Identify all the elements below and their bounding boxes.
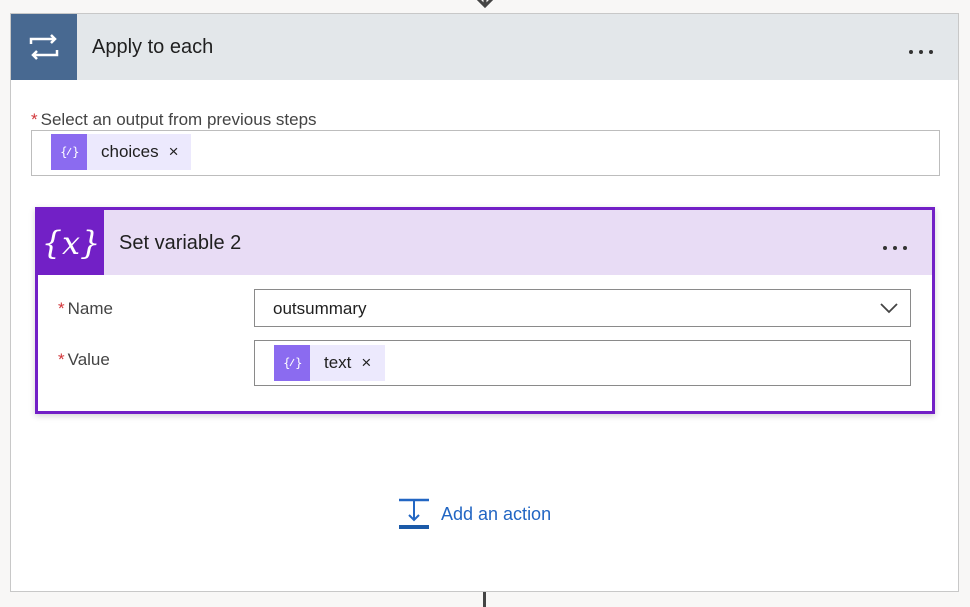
value-label: * Value bbox=[58, 350, 110, 370]
required-mark: * bbox=[31, 110, 38, 129]
variable-x-icon: {x} bbox=[38, 210, 104, 275]
loop-arrows-icon bbox=[29, 34, 59, 60]
loop-icon-box bbox=[11, 14, 77, 80]
more-options-icon[interactable] bbox=[906, 42, 936, 54]
output-label: * Select an output from previous steps bbox=[31, 110, 317, 130]
expression-icon: {} bbox=[51, 134, 87, 170]
chevron-down-icon[interactable] bbox=[880, 300, 898, 314]
required-mark: * bbox=[58, 350, 65, 369]
choices-token[interactable]: {} choices × bbox=[51, 134, 191, 170]
set-variable-header[interactable]: {x} Set variable 2 bbox=[38, 210, 932, 275]
expression-icon: {} bbox=[274, 345, 310, 381]
token-label: choices bbox=[101, 142, 159, 161]
text-token[interactable]: {} text × bbox=[274, 345, 385, 381]
name-label-text: Name bbox=[67, 299, 113, 318]
variable-icon-glyph: {x} bbox=[41, 223, 101, 262]
required-mark: * bbox=[58, 299, 65, 318]
name-dropdown[interactable]: outsummary bbox=[254, 289, 911, 327]
remove-token-button[interactable]: × bbox=[169, 142, 179, 162]
connector-line bbox=[483, 592, 486, 607]
add-an-action-button[interactable]: Add an action bbox=[397, 498, 551, 530]
more-options-icon[interactable] bbox=[880, 238, 910, 250]
value-field[interactable]: {} text × bbox=[254, 340, 911, 386]
remove-token-button[interactable]: × bbox=[361, 353, 371, 373]
svg-text:{: { bbox=[60, 145, 68, 159]
add-action-icon bbox=[399, 498, 429, 529]
apply-to-each-title: Apply to each bbox=[92, 36, 214, 58]
name-value: outsummary bbox=[273, 299, 367, 318]
svg-text:{: { bbox=[283, 356, 291, 370]
token-label: text bbox=[324, 353, 352, 372]
name-label: * Name bbox=[58, 299, 113, 319]
value-label-text: Value bbox=[67, 350, 110, 369]
set-variable-card: {x} Set variable 2 * Name outsummary * Val… bbox=[35, 207, 935, 414]
output-label-text: Select an output from previous steps bbox=[40, 110, 317, 129]
connector-arrow-icon bbox=[476, 0, 494, 9]
svg-text:}: } bbox=[72, 145, 79, 159]
set-variable-title: Set variable 2 bbox=[119, 232, 242, 254]
add-action-label: Add an action bbox=[441, 503, 552, 524]
svg-text:}: } bbox=[295, 356, 302, 370]
apply-to-each-header[interactable]: Apply to each bbox=[11, 14, 958, 80]
output-select-field[interactable]: {} choices × bbox=[31, 130, 940, 176]
